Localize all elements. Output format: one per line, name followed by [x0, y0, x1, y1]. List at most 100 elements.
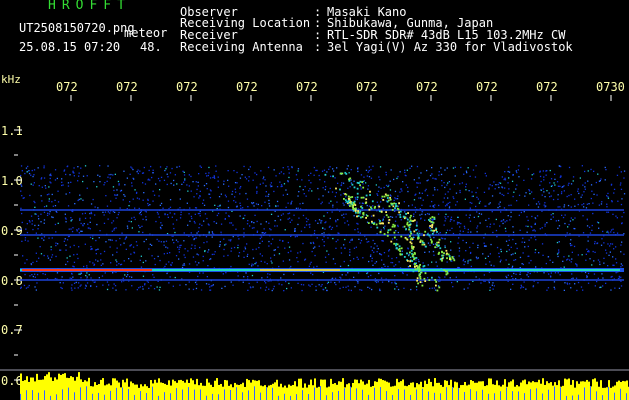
power-bar-tick: [512, 391, 513, 400]
power-bar-tick: [518, 391, 519, 400]
power-bar-tick: [542, 393, 543, 400]
power-bar-tick: [176, 388, 177, 400]
power-bar-tick: [104, 394, 105, 400]
power-bar-tick: [32, 390, 33, 400]
power-bar-tick: [26, 390, 27, 400]
power-bar-tick: [440, 393, 441, 400]
power-bar-tick: [62, 389, 63, 400]
power-bar-tick: [596, 391, 597, 400]
power-bar-tick: [308, 394, 309, 400]
power-bar-tick: [266, 387, 267, 400]
power-bar-tick: [218, 394, 219, 400]
power-bar-tick: [578, 394, 579, 400]
spectrogram-screen: HROFFT UT2508150720.png meteor 25.08.15 …: [0, 0, 629, 400]
power-bar-tick: [212, 393, 213, 400]
power-bar-tick: [524, 393, 525, 400]
power-bar-tick: [620, 388, 621, 400]
power-bar-tick: [272, 387, 273, 400]
power-bar-tick: [482, 389, 483, 400]
power-bar-tick: [248, 390, 249, 400]
power-bar-tick: [368, 394, 369, 400]
power-bar-tick: [392, 394, 393, 400]
power-bar-tick: [92, 393, 93, 400]
power-bar-tick: [290, 395, 291, 400]
power-bar-tick: [356, 388, 357, 400]
power-bar-tick: [188, 387, 189, 400]
power-bar-tick: [200, 389, 201, 400]
power-bar-tick: [602, 395, 603, 400]
power-bar-tick: [224, 389, 225, 400]
power-bar-tick: [386, 391, 387, 400]
power-bar-tick: [170, 393, 171, 400]
power-bar-tick: [182, 389, 183, 400]
power-bar-tick: [314, 387, 315, 400]
power-bar-tick: [566, 395, 567, 400]
power-bar-tick: [134, 394, 135, 400]
power-bar-tick: [350, 386, 351, 400]
carrier-strong-segment: [260, 269, 340, 271]
power-bar-tick: [320, 386, 321, 400]
power-bar-tick: [476, 391, 477, 400]
power-bar-tick: [98, 392, 99, 400]
power-bar-tick: [278, 395, 279, 400]
power-bar-tick: [194, 389, 195, 400]
power-bar-tick: [164, 392, 165, 400]
power-bar-tick: [398, 389, 399, 400]
power-bar-tick: [68, 387, 69, 400]
power-bar-tick: [584, 387, 585, 400]
power-bar-tick: [614, 392, 615, 400]
power-bar-tick: [50, 395, 51, 400]
power-bar-tick: [254, 386, 255, 400]
power-bar-tick: [458, 387, 459, 400]
noise-band: [20, 279, 624, 281]
power-bar-tick: [242, 392, 243, 400]
power-bar-tick: [494, 393, 495, 400]
noise-field: [20, 165, 626, 292]
power-bar-tick: [362, 389, 363, 400]
power-bar-tick: [110, 390, 111, 400]
power-bar-tick: [572, 395, 573, 400]
power-bar-tick: [554, 386, 555, 400]
power-bar-tick: [152, 386, 153, 400]
power-bar-tick: [338, 390, 339, 400]
spectrogram-plot: [0, 95, 629, 400]
power-bar-tick: [74, 392, 75, 400]
power-bar-tick: [446, 387, 447, 400]
power-bar-tick: [380, 387, 381, 400]
power-bar-tick: [140, 391, 141, 400]
power-bar-tick: [416, 389, 417, 400]
power-bar-tick: [590, 386, 591, 400]
power-bar-tick: [326, 395, 327, 400]
power-bar-tick: [122, 387, 123, 400]
noise-band: [20, 234, 624, 236]
power-bar-tick: [434, 392, 435, 400]
power-bar-tick: [236, 387, 237, 400]
power-bar-tick: [296, 394, 297, 400]
power-bar-tick: [452, 386, 453, 400]
power-bar-tick: [470, 389, 471, 400]
power-bar-tick: [464, 392, 465, 400]
power-bar-tick: [488, 393, 489, 400]
power-bar-tick: [608, 386, 609, 400]
power-bar-tick: [332, 392, 333, 400]
carrier-strong-segment: [22, 269, 152, 271]
noise-band: [20, 209, 624, 211]
power-bar-tick: [536, 388, 537, 400]
power-bar-tick: [560, 387, 561, 400]
power-bar-tick: [284, 393, 285, 400]
power-bar-tick: [302, 390, 303, 400]
power-bar-tick: [410, 394, 411, 400]
power-bar-tick: [80, 387, 81, 400]
power-bar-tick: [116, 387, 117, 400]
power-bar-tick: [344, 388, 345, 400]
power-bar-tick: [158, 395, 159, 400]
power-bar-tick: [374, 387, 375, 400]
power-bar-tick: [20, 393, 21, 400]
power-bar-tick: [56, 394, 57, 400]
power-bar-tick: [206, 395, 207, 400]
power-bar-tick: [500, 391, 501, 400]
power-bar-tick: [548, 389, 549, 400]
power-bar-tick: [506, 387, 507, 400]
power-bar: [20, 372, 629, 400]
power-bar-tick: [230, 390, 231, 400]
